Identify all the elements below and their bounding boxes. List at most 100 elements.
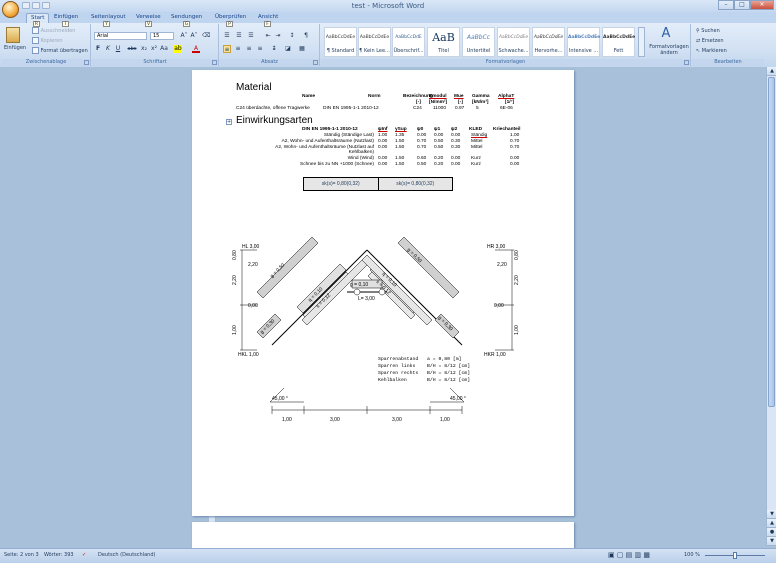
shrink-font-button[interactable]: A˅ [190,32,198,40]
style-untertitel[interactable]: AaBbCc Untertitel [462,27,495,57]
style-intensive-hervorhebung[interactable]: AaBbCcDdEe Intensive ... [567,27,600,57]
style-ueberschrift[interactable]: AaBbCcDdE Überschrif... [392,27,425,57]
styles-scroll[interactable] [638,27,645,57]
kehl-length-label: L= 3,00 [358,296,375,302]
dim-right: 2,20 [514,275,520,285]
mat-unit: [-] [416,100,421,105]
shading-icon[interactable]: ◪ [284,45,292,53]
align-left-icon[interactable]: ≡ [223,45,231,53]
style-titel[interactable]: AaB Titel [427,27,460,57]
einw-cell: 0.00 [378,138,388,144]
style-fett[interactable]: AaBbCcDdEe Fett [602,27,635,57]
decrease-indent-icon[interactable]: ⇤ [264,32,272,40]
change-styles-button[interactable]: Formatvorlagen ändern [648,44,690,56]
mat-bez: C24 [413,106,422,111]
einw-row-name: Wind (Wind) [347,156,374,162]
vertical-scrollbar[interactable]: ▲ ▼ ▲ ● ▼ [766,67,776,546]
view-buttons[interactable]: ▣ ▢ ▤ ▥ ▦ [608,549,650,562]
keytip: I [62,21,69,27]
dialog-launcher[interactable] [313,60,318,65]
status-bar: Seite: 2 von 3 Wörter: 393 ✓ Deutsch (De… [0,548,776,563]
show-marks-button[interactable]: ¶ [302,32,310,40]
next-page-icon[interactable]: ▼ [767,537,776,546]
mat-header-name: Name [302,94,316,99]
increase-indent-icon[interactable]: ⇥ [274,32,282,40]
word-count[interactable]: Wörter: 393 [44,549,74,562]
group-label: Zwischenablage [2,59,90,66]
style-schwache-hervorhebung[interactable]: AaBbCcDdEe Schwache... [497,27,530,57]
einw-kled: Mittel [471,138,483,144]
align-right-icon[interactable]: ≡ [245,45,253,53]
bullets-icon[interactable]: ☰ [223,32,231,40]
style-kein-leerraum[interactable]: AaBbCcDdEe ¶ Kein Lee... [358,27,391,57]
sort-icon[interactable]: ↕ [288,32,296,40]
change-case-button[interactable]: Aa [160,45,168,53]
einw-header-psiinf: ψInf [378,127,388,132]
scroll-down-icon[interactable]: ▼ [767,510,776,519]
einw-cell: 0.50 [434,144,444,150]
document-page-2[interactable] [192,522,574,548]
snow-load-right: sk(s)= 0,80(0,32) [378,178,452,190]
browse-object-icon[interactable]: ● [767,528,776,537]
ribbon: Einfügen Ausschneiden Kopieren Format üb… [0,23,776,67]
prev-page-icon[interactable]: ▲ [767,519,776,528]
close-button[interactable]: ✕ [750,0,774,10]
office-button[interactable] [2,1,19,18]
einw-cell: 0.00 [451,156,461,162]
einw-row-name: Kehlbalken) [348,150,374,156]
hr-label: HR 3,00 [487,244,506,250]
borders-icon[interactable]: ▦ [298,45,306,53]
align-center-icon[interactable]: ≡ [234,45,242,53]
multilevel-list-icon[interactable]: ☰ [247,32,255,40]
font-color-icon[interactable]: A [192,45,200,53]
load-band-g-right [397,236,460,299]
format-painter-button[interactable]: Format übertragen [32,47,88,54]
numbering-icon[interactable]: ☰ [235,32,243,40]
einw-header-kled: KLED [469,127,483,132]
underline-button[interactable]: U [114,45,122,53]
grow-font-button[interactable]: A˄ [180,32,188,40]
replace-button[interactable]: ⇄ Ersetzen [696,38,724,44]
einw-kled: Mittel [471,144,483,150]
einw-kriech: 0.00 [510,162,520,167]
scroll-thumb[interactable] [768,77,775,407]
bottom-dim-1: 1,00 [282,417,292,423]
strikethrough-button[interactable]: abc [126,45,138,53]
document-page[interactable]: Material Name Norm Bezeichnung Emodul Mu… [192,70,574,516]
page-count[interactable]: Seite: 2 von 3 [4,549,39,562]
copy-button[interactable]: Kopieren [32,37,63,44]
clear-format-button[interactable]: ⌫ [202,32,210,40]
dialog-launcher[interactable] [212,60,217,65]
find-button[interactable]: ⚲ Suchen [696,28,720,34]
superscript-button[interactable]: x² [150,45,158,53]
spec-key: Sparrenabstand [378,357,419,362]
select-button[interactable]: ↖ Markieren [696,48,727,54]
style-hervorhebung[interactable]: AaBbCcDdEe Hervorhe... [532,27,565,57]
scroll-up-icon[interactable]: ▲ [767,67,776,76]
highlight-icon[interactable]: ab [174,45,182,53]
zoom-slider-thumb[interactable] [733,552,737,559]
proofing-icon[interactable]: ✓ [82,549,86,562]
justify-icon[interactable]: ≡ [256,45,264,53]
hkl-label: HKL 1,00 [238,352,259,358]
font-family-combo[interactable]: Arial [94,32,147,40]
minimize-button[interactable]: – [718,0,734,10]
italic-button[interactable]: K [104,45,112,53]
line-spacing-icon[interactable]: ↨ [270,45,278,53]
style-standard[interactable]: AaBbCcDdEe ¶ Standard [324,27,357,57]
dialog-launcher[interactable] [84,60,89,65]
bold-button[interactable]: F [94,45,102,53]
y-label-right: 2,20 [497,262,507,268]
paste-button[interactable]: Einfügen [4,45,26,51]
maximize-button[interactable]: □ [734,0,750,10]
table-move-handle-icon[interactable]: + [226,119,232,125]
dialog-launcher[interactable] [684,60,689,65]
font-size-combo[interactable]: 15 [150,32,174,40]
einw-cell: 0.20 [434,162,444,167]
einw-cell: 1.00 [378,133,388,138]
cut-button[interactable]: Ausschneiden [32,27,75,34]
zoom-level[interactable]: 100 % [684,549,700,562]
subscript-button[interactable]: x₂ [140,45,148,53]
angle-right-label: 45,00 ° [450,396,466,402]
language[interactable]: Deutsch (Deutschland) [98,549,155,562]
